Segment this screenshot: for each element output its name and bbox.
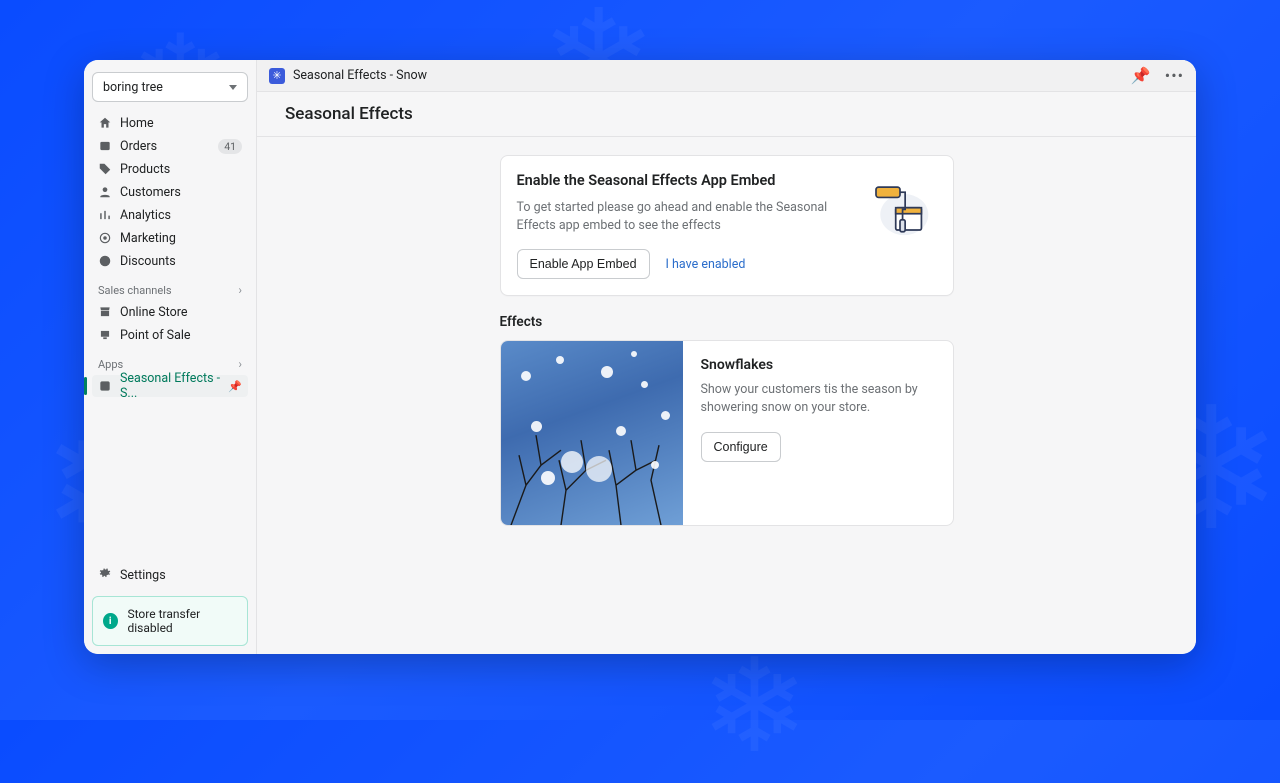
- nav-app-seasonal-effects[interactable]: Seasonal Effects - S... 📌: [92, 375, 248, 397]
- chevron-right-icon[interactable]: ›: [238, 283, 242, 297]
- chevron-right-icon[interactable]: ›: [238, 357, 242, 371]
- sales-channels-heading: Sales channels ›: [92, 273, 248, 301]
- info-icon: i: [103, 613, 118, 629]
- heading-label: Sales channels: [98, 284, 172, 297]
- effect-description: Show your customers tis the season by sh…: [701, 381, 935, 417]
- orders-icon: [98, 139, 112, 153]
- main-content: ✳ Seasonal Effects - Snow 📌 ••• Seasonal…: [257, 60, 1196, 654]
- page-title: Seasonal Effects: [285, 104, 413, 124]
- nav-analytics[interactable]: Analytics: [92, 204, 248, 226]
- pin-icon[interactable]: 📌: [1131, 66, 1151, 85]
- person-icon: [98, 185, 112, 199]
- more-icon[interactable]: •••: [1165, 66, 1184, 85]
- page-header: Seasonal Effects: [257, 92, 1196, 137]
- enable-app-embed-button[interactable]: Enable App Embed: [517, 249, 650, 279]
- effect-title: Snowflakes: [701, 357, 935, 373]
- pin-icon[interactable]: 📌: [228, 380, 242, 393]
- settings-label: Settings: [120, 568, 166, 583]
- app-icon: [98, 379, 112, 393]
- transfer-text: Store transfer disabled: [128, 607, 238, 635]
- nav-discounts[interactable]: Discounts: [92, 250, 248, 272]
- nav-label: Seasonal Effects - S...: [120, 371, 220, 401]
- nav-settings[interactable]: Settings: [92, 562, 248, 588]
- tag-icon: [98, 162, 112, 176]
- nav-customers[interactable]: Customers: [92, 181, 248, 203]
- nav-label: Orders: [120, 139, 157, 154]
- app-title: Seasonal Effects - Snow: [293, 68, 427, 83]
- nav-orders[interactable]: Orders 41: [92, 135, 248, 157]
- embed-card: Enable the Seasonal Effects App Embed To…: [500, 155, 954, 296]
- heading-label: Apps: [98, 358, 123, 371]
- snowflakes-effect-card: Snowflakes Show your customers tis the s…: [500, 340, 954, 526]
- nav-home[interactable]: Home: [92, 112, 248, 134]
- paint-roller-illustration: [865, 182, 935, 242]
- pos-icon: [98, 328, 112, 342]
- app-window: boring tree Home Orders 41 Products Cust…: [84, 60, 1196, 654]
- snowflakes-thumbnail: [501, 341, 683, 525]
- home-icon: [98, 116, 112, 130]
- configure-button[interactable]: Configure: [701, 432, 781, 462]
- app-logo-icon: ✳: [269, 68, 285, 84]
- nav-label: Marketing: [120, 231, 176, 246]
- target-icon: [98, 231, 112, 245]
- effects-section-title: Effects: [500, 314, 954, 330]
- chevron-down-icon: [229, 85, 237, 90]
- store-transfer-notice[interactable]: i Store transfer disabled: [92, 596, 248, 646]
- nav-label: Online Store: [120, 305, 187, 320]
- nav-label: Discounts: [120, 254, 176, 269]
- store-selector[interactable]: boring tree: [92, 72, 248, 102]
- nav-online-store[interactable]: Online Store: [92, 301, 248, 323]
- orders-badge: 41: [218, 139, 242, 154]
- sidebar: boring tree Home Orders 41 Products Cust…: [84, 60, 257, 654]
- embed-card-body: To get started please go ahead and enabl…: [517, 199, 837, 235]
- gear-icon: [98, 566, 112, 584]
- nav-pos[interactable]: Point of Sale: [92, 324, 248, 346]
- analytics-icon: [98, 208, 112, 222]
- nav-label: Analytics: [120, 208, 171, 223]
- nav-label: Products: [120, 162, 170, 177]
- store-icon: [98, 305, 112, 319]
- nav-label: Point of Sale: [120, 328, 191, 343]
- i-have-enabled-link[interactable]: I have enabled: [666, 257, 746, 272]
- primary-nav: Home Orders 41 Products Customers Analyt…: [92, 112, 248, 398]
- store-name: boring tree: [103, 80, 163, 95]
- content-area: Enable the Seasonal Effects App Embed To…: [257, 137, 1196, 654]
- app-topbar: ✳ Seasonal Effects - Snow 📌 •••: [257, 60, 1196, 92]
- nav-marketing[interactable]: Marketing: [92, 227, 248, 249]
- discount-icon: [98, 254, 112, 268]
- nav-label: Customers: [120, 185, 181, 200]
- nav-products[interactable]: Products: [92, 158, 248, 180]
- nav-label: Home: [120, 116, 154, 131]
